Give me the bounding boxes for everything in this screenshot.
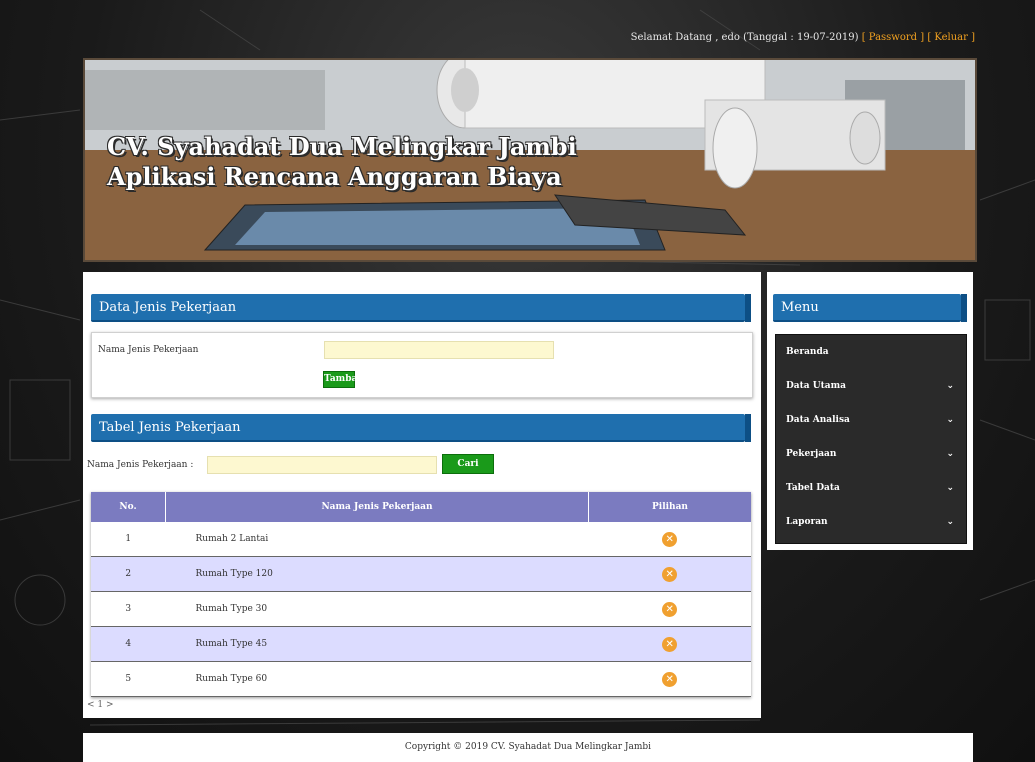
chevron-down-icon: ⌄ [946,381,954,391]
sidebar-item-tabel-data[interactable]: Tabel Data ⌄ [776,471,966,505]
table-row: 5 Rumah Type 60 ✕ [91,661,751,697]
password-link[interactable]: [ Password ] [862,32,924,43]
form-section-title: Data Jenis Pekerjaan [99,300,237,315]
col-actions-header: Pilihan [588,492,751,522]
sidebar-item-laporan[interactable]: Laporan ⌄ [776,505,966,539]
delete-icon[interactable]: ✕ [662,531,678,547]
menu-header: Menu [773,294,967,322]
row-name: Rumah Type 120 [165,556,589,592]
banner-title-app: Aplikasi Rencana Anggaran Biaya [107,162,562,191]
delete-icon[interactable]: ✕ [662,566,678,582]
sidebar-item-label: Pekerjaan [786,449,837,459]
sidebar-item-beranda[interactable]: Beranda [776,335,966,369]
sidebar-item-data-analisa[interactable]: Data Analisa ⌄ [776,403,966,437]
sidebar-item-label: Data Utama [786,381,846,391]
sidebar-item-label: Laporan [786,517,828,527]
sidebar-menu: Beranda Data Utama ⌄ Data Analisa ⌄ Peke… [775,334,967,544]
topbar: Selamat Datang , edo (Tanggal : 19-07-20… [631,32,975,43]
table-header-row: No. Nama Jenis Pekerjaan Pilihan [91,492,751,522]
job-type-label: Nama Jenis Pekerjaan [98,345,199,355]
delete-icon[interactable]: ✕ [662,671,678,687]
add-button[interactable]: Tambah [323,371,364,388]
delete-icon[interactable]: ✕ [662,636,678,652]
job-type-input[interactable] [324,341,554,359]
chevron-down-icon: ⌄ [946,449,954,459]
table-section-title: Tabel Jenis Pekerjaan [99,420,241,435]
sidebar-item-label: Beranda [786,347,829,357]
menu-title: Menu [781,300,819,315]
chevron-down-icon: ⌄ [946,415,954,425]
row-name: Rumah Type 60 [165,661,589,697]
search-label: Nama Jenis Pekerjaan : [87,460,194,470]
add-form: Nama Jenis Pekerjaan Tambah [91,332,753,398]
row-name: Rumah 2 Lantai [165,522,589,557]
search-button[interactable]: Cari [442,454,494,474]
sidebar-item-pekerjaan[interactable]: Pekerjaan ⌄ [776,437,966,471]
footer: Copyright © 2019 CV. Syahadat Dua Meling… [83,733,973,762]
logout-link[interactable]: [ Keluar ] [927,32,975,43]
chevron-down-icon: ⌄ [946,483,954,493]
row-no: 1 [91,522,166,557]
chevron-down-icon: ⌄ [946,517,954,527]
banner-title-company: CV. Syahadat Dua Melingkar Jambi [107,132,577,161]
col-name-header: Nama Jenis Pekerjaan [165,492,589,522]
table-row: 3 Rumah Type 30 ✕ [91,591,751,627]
sidebar-item-label: Tabel Data [786,483,840,493]
copyright-text: Copyright © 2019 CV. Syahadat Dua Meling… [404,742,652,752]
row-no: 3 [91,591,166,627]
search-input[interactable] [207,456,437,474]
pagination[interactable]: < 1 > [87,700,114,710]
row-name: Rumah Type 45 [165,626,589,662]
header-banner: CV. Syahadat Dua Melingkar Jambi Aplikas… [83,58,977,262]
greeting-text: Selamat Datang , edo (Tanggal : 19-07-20… [630,32,859,43]
table-row: 4 Rumah Type 45 ✕ [91,626,751,662]
table-row: 1 Rumah 2 Lantai ✕ [91,522,751,557]
job-types-table: No. Nama Jenis Pekerjaan Pilihan 1 Rumah… [91,492,751,697]
col-no-header: No. [91,492,166,522]
row-no: 4 [91,626,166,662]
main-content: Data Jenis Pekerjaan Nama Jenis Pekerjaa… [83,272,761,718]
row-no: 2 [91,556,166,592]
sidebar-item-label: Data Analisa [786,415,850,425]
table-row: 2 Rumah Type 120 ✕ [91,556,751,592]
sidebar-item-data-utama[interactable]: Data Utama ⌄ [776,369,966,403]
row-no: 5 [91,661,166,697]
row-name: Rumah Type 30 [165,591,589,627]
table-section-header: Tabel Jenis Pekerjaan [91,414,751,442]
form-section-header: Data Jenis Pekerjaan [91,294,751,322]
sidebar: Menu Beranda Data Utama ⌄ Data Analisa ⌄… [767,272,973,550]
delete-icon[interactable]: ✕ [662,601,678,617]
